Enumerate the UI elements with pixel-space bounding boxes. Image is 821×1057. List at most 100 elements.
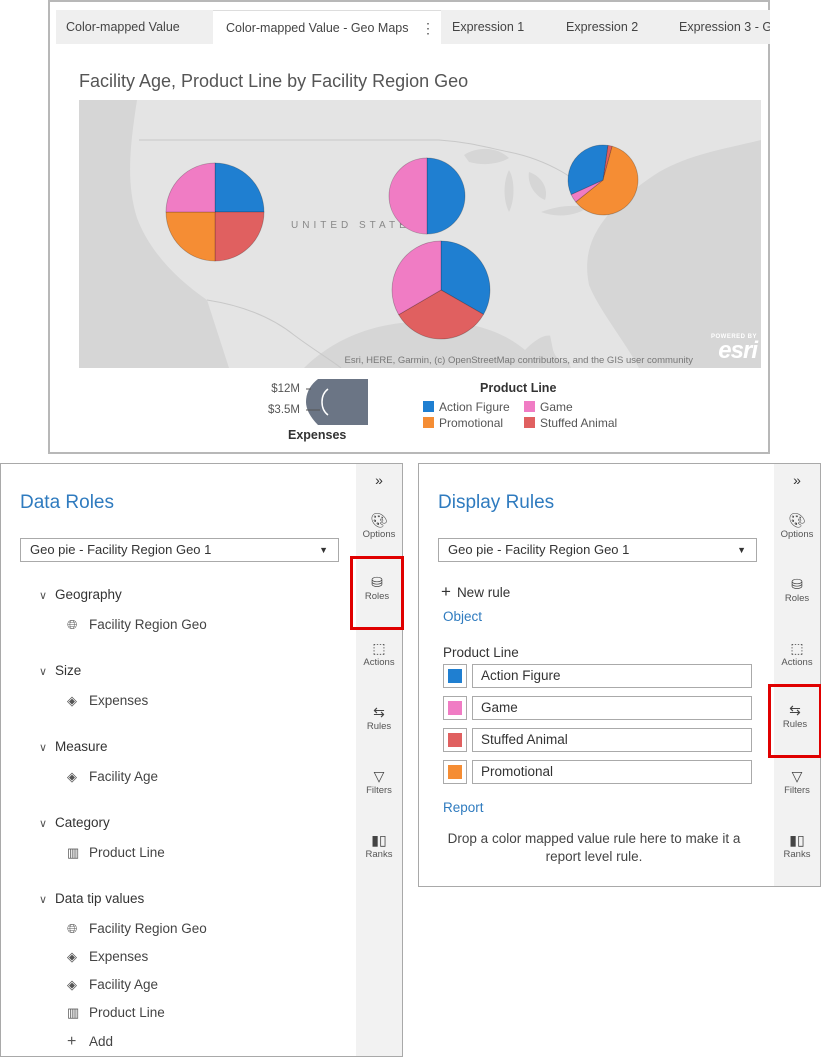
rule-value-field[interactable]: Action Figure: [472, 664, 752, 688]
geo-map[interactable]: UNITED STATES Esri, HERE, Garmin, (c) Op…: [79, 100, 761, 368]
report-panel: Color-mapped Value Color-mapped Value - …: [48, 0, 770, 454]
pie-northeast[interactable]: [567, 144, 639, 216]
datatip-item-expenses[interactable]: ◈ Expenses: [67, 949, 148, 965]
rail-ranks-button[interactable]: ▮▯ Ranks: [356, 831, 402, 860]
rail-rules-button[interactable]: ⇆ Rules: [768, 684, 821, 758]
color-swatch-button[interactable]: [443, 696, 467, 720]
size-legend-graphic: [306, 379, 368, 425]
display-rules-title: Display Rules: [438, 492, 555, 513]
role-item-expenses[interactable]: ◈ Expenses: [67, 693, 148, 709]
pie-slice-action-figure[interactable]: [426, 157, 466, 235]
tab-color-mapped-value-geo-maps[interactable]: Color-mapped Value - Geo Maps ⋮: [213, 10, 441, 44]
esri-logo: POWERED BY esri: [710, 334, 758, 364]
color-swatch-button[interactable]: [443, 664, 467, 688]
rail-filters-button[interactable]: ▽ Filters: [774, 767, 820, 796]
role-section-size[interactable]: ∨ Size: [39, 663, 81, 678]
legend-item-stuffed-animal: Stuffed Animal: [524, 416, 617, 430]
legend-item-action-figure: Action Figure: [423, 400, 510, 414]
rule-group-label: Product Line: [443, 645, 519, 660]
tab-menu-icon[interactable]: ⋮: [421, 11, 435, 44]
rail-roles-button[interactable]: ⛁ Roles: [774, 575, 820, 604]
rule-row-promotional[interactable]: Promotional: [443, 760, 752, 784]
pie-slice-stuffed-animal[interactable]: [214, 211, 265, 262]
caret-down-icon: ▼: [319, 545, 328, 555]
collapse-panel-icon[interactable]: »: [356, 472, 402, 488]
pie-central[interactable]: [388, 157, 466, 235]
add-data-tip-button[interactable]: + Add: [67, 1033, 113, 1051]
datatip-item-product-line[interactable]: ▥ Product Line: [67, 1005, 165, 1021]
report-drop-zone[interactable]: Drop a color mapped value rule here to m…: [439, 830, 749, 866]
size-legend-min-label: $3.5M: [268, 404, 300, 416]
measure-icon: ◈: [67, 693, 77, 708]
rail-roles-button[interactable]: ⛁ Roles: [350, 556, 404, 630]
plus-icon: +: [441, 582, 451, 601]
palette-icon: 🎨︎: [788, 512, 806, 528]
pie-slice-promotional[interactable]: [165, 211, 216, 262]
tab-expression-1[interactable]: Expression 1: [452, 10, 524, 44]
datatip-item-facility-age[interactable]: ◈ Facility Age: [67, 977, 158, 993]
rule-row-action-figure[interactable]: Action Figure: [443, 664, 752, 688]
plus-icon: +: [67, 1033, 77, 1050]
swatch: [524, 401, 535, 412]
chevron-down-icon: ∨: [39, 742, 48, 754]
report-tab-bar: Color-mapped Value Color-mapped Value - …: [56, 10, 770, 44]
rail-actions-button[interactable]: ⬚ Actions: [774, 639, 820, 668]
role-section-data-tip-values[interactable]: ∨ Data tip values: [39, 891, 144, 906]
role-section-geography[interactable]: ∨ Geography: [39, 587, 122, 602]
globe-icon: 🌐︎: [67, 617, 78, 632]
rule-row-game[interactable]: Game: [443, 696, 752, 720]
rail-rules-button[interactable]: ⇆ Rules: [356, 703, 402, 732]
pie-south[interactable]: [391, 240, 491, 340]
pie-layer: [165, 144, 639, 340]
tab-expression-2[interactable]: Expression 2: [566, 10, 638, 44]
role-section-measure[interactable]: ∨ Measure: [39, 739, 108, 754]
chevron-down-icon: ∨: [39, 590, 48, 602]
tab-color-mapped-value[interactable]: Color-mapped Value: [66, 10, 180, 44]
data-roles-object-select[interactable]: Geo pie - Facility Region Geo 1 ▼: [20, 538, 339, 562]
role-section-category[interactable]: ∨ Category: [39, 815, 110, 830]
category-icon: ▥: [67, 845, 80, 860]
legend-item-promotional: Promotional: [423, 416, 503, 430]
swatch: [423, 417, 434, 428]
role-item-facility-region-geo[interactable]: 🌐︎ Facility Region Geo: [67, 617, 207, 633]
role-item-facility-age[interactable]: ◈ Facility Age: [67, 769, 158, 785]
swatch: [524, 417, 535, 428]
data-roles-title: Data Roles: [20, 492, 114, 513]
measure-icon: ◈: [67, 769, 77, 784]
measure-icon: ◈: [67, 977, 77, 992]
rail-filters-button[interactable]: ▽ Filters: [356, 767, 402, 796]
chevron-down-icon: ∨: [39, 818, 48, 830]
pie-slice-game[interactable]: [165, 162, 216, 213]
color-swatch-button[interactable]: [443, 728, 467, 752]
rules-icon: ⇆: [789, 702, 801, 718]
roles-side-rail: » 🎨︎ Options ⛁ Roles ⬚ Actions ⇆ Rules ▽ Filt…: [350, 464, 404, 1056]
tab-expression-3-geo[interactable]: Expression 3 - Geo: [679, 10, 770, 44]
pie-west[interactable]: [165, 162, 265, 262]
measure-icon: ◈: [67, 949, 77, 964]
rule-value-field[interactable]: Game: [472, 696, 752, 720]
rule-value-field[interactable]: Promotional: [472, 760, 752, 784]
rail-actions-button[interactable]: ⬚ Actions: [356, 639, 402, 668]
object-section-label: Object: [443, 609, 483, 624]
display-rules-object-select[interactable]: Geo pie - Facility Region Geo 1 ▼: [438, 538, 757, 562]
rail-options-button[interactable]: 🎨︎ Options: [356, 511, 402, 540]
rail-options-button[interactable]: 🎨︎ Options: [774, 511, 820, 540]
datatip-item-facility-region-geo[interactable]: 🌐︎ Facility Region Geo: [67, 921, 207, 937]
rail-ranks-button[interactable]: ▮▯ Ranks: [774, 831, 820, 860]
pie-slice-action-figure[interactable]: [214, 162, 265, 213]
new-rule-button[interactable]: + New rule: [441, 582, 510, 602]
globe-icon: 🌐︎: [67, 921, 78, 936]
ranks-icon: ▮▯: [371, 832, 387, 848]
pie-slice-game[interactable]: [388, 157, 428, 235]
report-section-label: Report: [443, 800, 484, 815]
data-roles-panel: Data Roles Geo pie - Facility Region Geo…: [0, 463, 404, 1057]
rule-value-field[interactable]: Stuffed Animal: [472, 728, 752, 752]
color-swatch-button[interactable]: [443, 760, 467, 784]
collapse-panel-icon[interactable]: »: [774, 472, 820, 488]
rules-icon: ⇆: [373, 704, 385, 720]
rule-row-stuffed-animal[interactable]: Stuffed Animal: [443, 728, 752, 752]
map-attribution: Esri, HERE, Garmin, (c) OpenStreetMap co…: [344, 355, 693, 366]
role-item-product-line[interactable]: ▥ Product Line: [67, 845, 165, 861]
cursor-icon: ⬚: [790, 640, 804, 656]
rules-side-rail: » 🎨︎ Options ⛁ Roles ⬚ Actions ⇆ Rules ▽ Filt…: [768, 464, 821, 886]
